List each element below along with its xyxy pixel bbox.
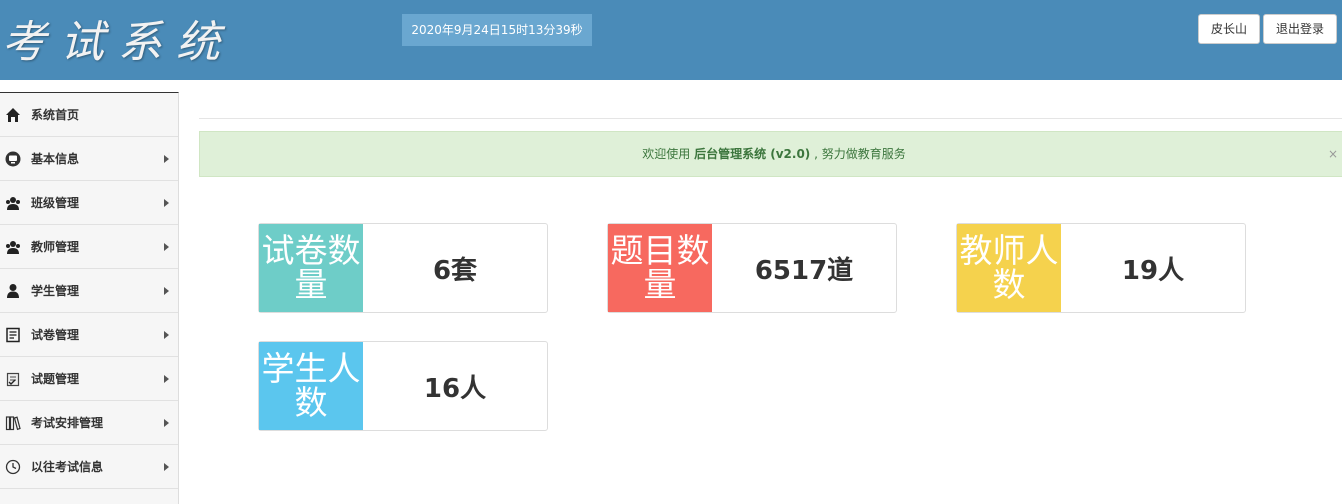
user-icon: [4, 282, 22, 300]
welcome-prefix: 欢迎使用: [642, 147, 691, 161]
sidebar-item-class-management[interactable]: 班级管理: [0, 181, 178, 225]
monitor-icon: [4, 150, 22, 168]
stat-label: 教师人数: [957, 224, 1061, 312]
welcome-alert: 欢迎使用 后台管理系统 (v2.0) , 努力做教育服务 ×: [199, 131, 1342, 177]
content-divider: [199, 118, 1342, 119]
stat-label: 试卷数量: [259, 224, 363, 312]
chevron-right-icon: [164, 331, 169, 339]
system-title: 后台管理系统 (v2.0): [694, 147, 811, 161]
sidebar-item-student-management[interactable]: 学生管理: [0, 269, 178, 313]
sidebar-item-exam-schedule[interactable]: 考试安排管理: [0, 401, 178, 445]
sidebar-item-label: 基本信息: [31, 152, 80, 166]
stat-value: 19人: [1121, 255, 1185, 286]
chevron-right-icon: [164, 155, 169, 163]
sidebar-item-label: 试卷管理: [31, 328, 80, 342]
sidebar-item-label: 考试安排管理: [31, 416, 104, 430]
close-icon[interactable]: ×: [1328, 132, 1338, 176]
chevron-right-icon: [164, 463, 169, 471]
chevron-right-icon: [164, 419, 169, 427]
sidebar-item-label: 试题管理: [31, 372, 80, 386]
sidebar-item-label: 系统首页: [31, 108, 80, 122]
sidebar-item-label: 以往考试信息: [31, 460, 104, 474]
stat-card-students: 学生人数 16人: [258, 341, 548, 431]
chevron-right-icon: [164, 199, 169, 207]
chevron-right-icon: [164, 375, 169, 383]
chevron-right-icon: [164, 287, 169, 295]
stat-value: 16人: [423, 373, 487, 404]
sidebar-item-teacher-management[interactable]: 教师管理: [0, 225, 178, 269]
stat-label: 学生人数: [259, 342, 363, 430]
users-icon: [4, 238, 22, 256]
home-icon: [4, 106, 22, 124]
sidebar-item-label: 教师管理: [31, 240, 80, 254]
stat-value: 6517道: [754, 255, 854, 286]
sidebar-item-past-exams[interactable]: 以往考试信息: [0, 445, 178, 489]
sidebar-item-label: 学生管理: [31, 284, 80, 298]
logout-button[interactable]: 退出登录: [1263, 14, 1337, 44]
document-icon: [4, 326, 22, 344]
stat-card-teachers: 教师人数 19人: [956, 223, 1246, 313]
stat-card-questions: 题目数量 6517道: [607, 223, 897, 313]
checklist-icon: [4, 370, 22, 388]
stat-value: 6套: [432, 255, 478, 286]
users-icon: [4, 194, 22, 212]
stat-label: 题目数量: [608, 224, 712, 312]
top-header: 考试系统 2020年9月24日15时13分39秒 皮长山 退出登录: [0, 0, 1342, 80]
chevron-right-icon: [164, 243, 169, 251]
app-logo: 考试系统: [2, 17, 234, 68]
sidebar-item-question-management[interactable]: 试题管理: [0, 357, 178, 401]
user-button[interactable]: 皮长山: [1198, 14, 1260, 44]
datetime-display: 2020年9月24日15时13分39秒: [402, 14, 592, 46]
welcome-suffix: , 努力做教育服务: [814, 147, 906, 161]
sidebar-item-paper-management[interactable]: 试卷管理: [0, 313, 178, 357]
clock-icon: [4, 458, 22, 476]
sidebar-item-basic-info[interactable]: 基本信息: [0, 137, 178, 181]
stat-card-papers: 试卷数量 6套: [258, 223, 548, 313]
sidebar-item-home[interactable]: 系统首页: [0, 93, 178, 137]
sidebar-item-label: 班级管理: [31, 196, 80, 210]
sidebar: 系统首页 基本信息 班级管理 教师管理 学生管理 试卷管理 试题管理 考试安排管…: [0, 92, 179, 504]
books-icon: [4, 414, 22, 432]
